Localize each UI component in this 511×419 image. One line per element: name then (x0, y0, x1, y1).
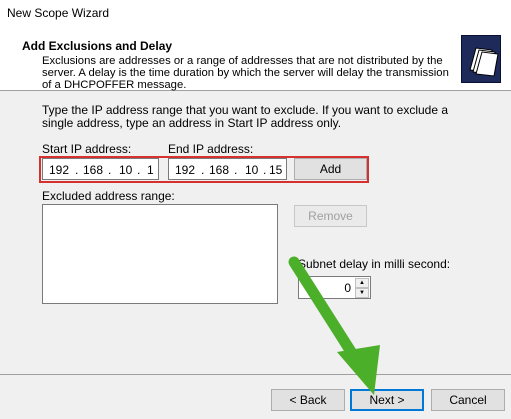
pointer-arrow-icon (288, 256, 380, 395)
